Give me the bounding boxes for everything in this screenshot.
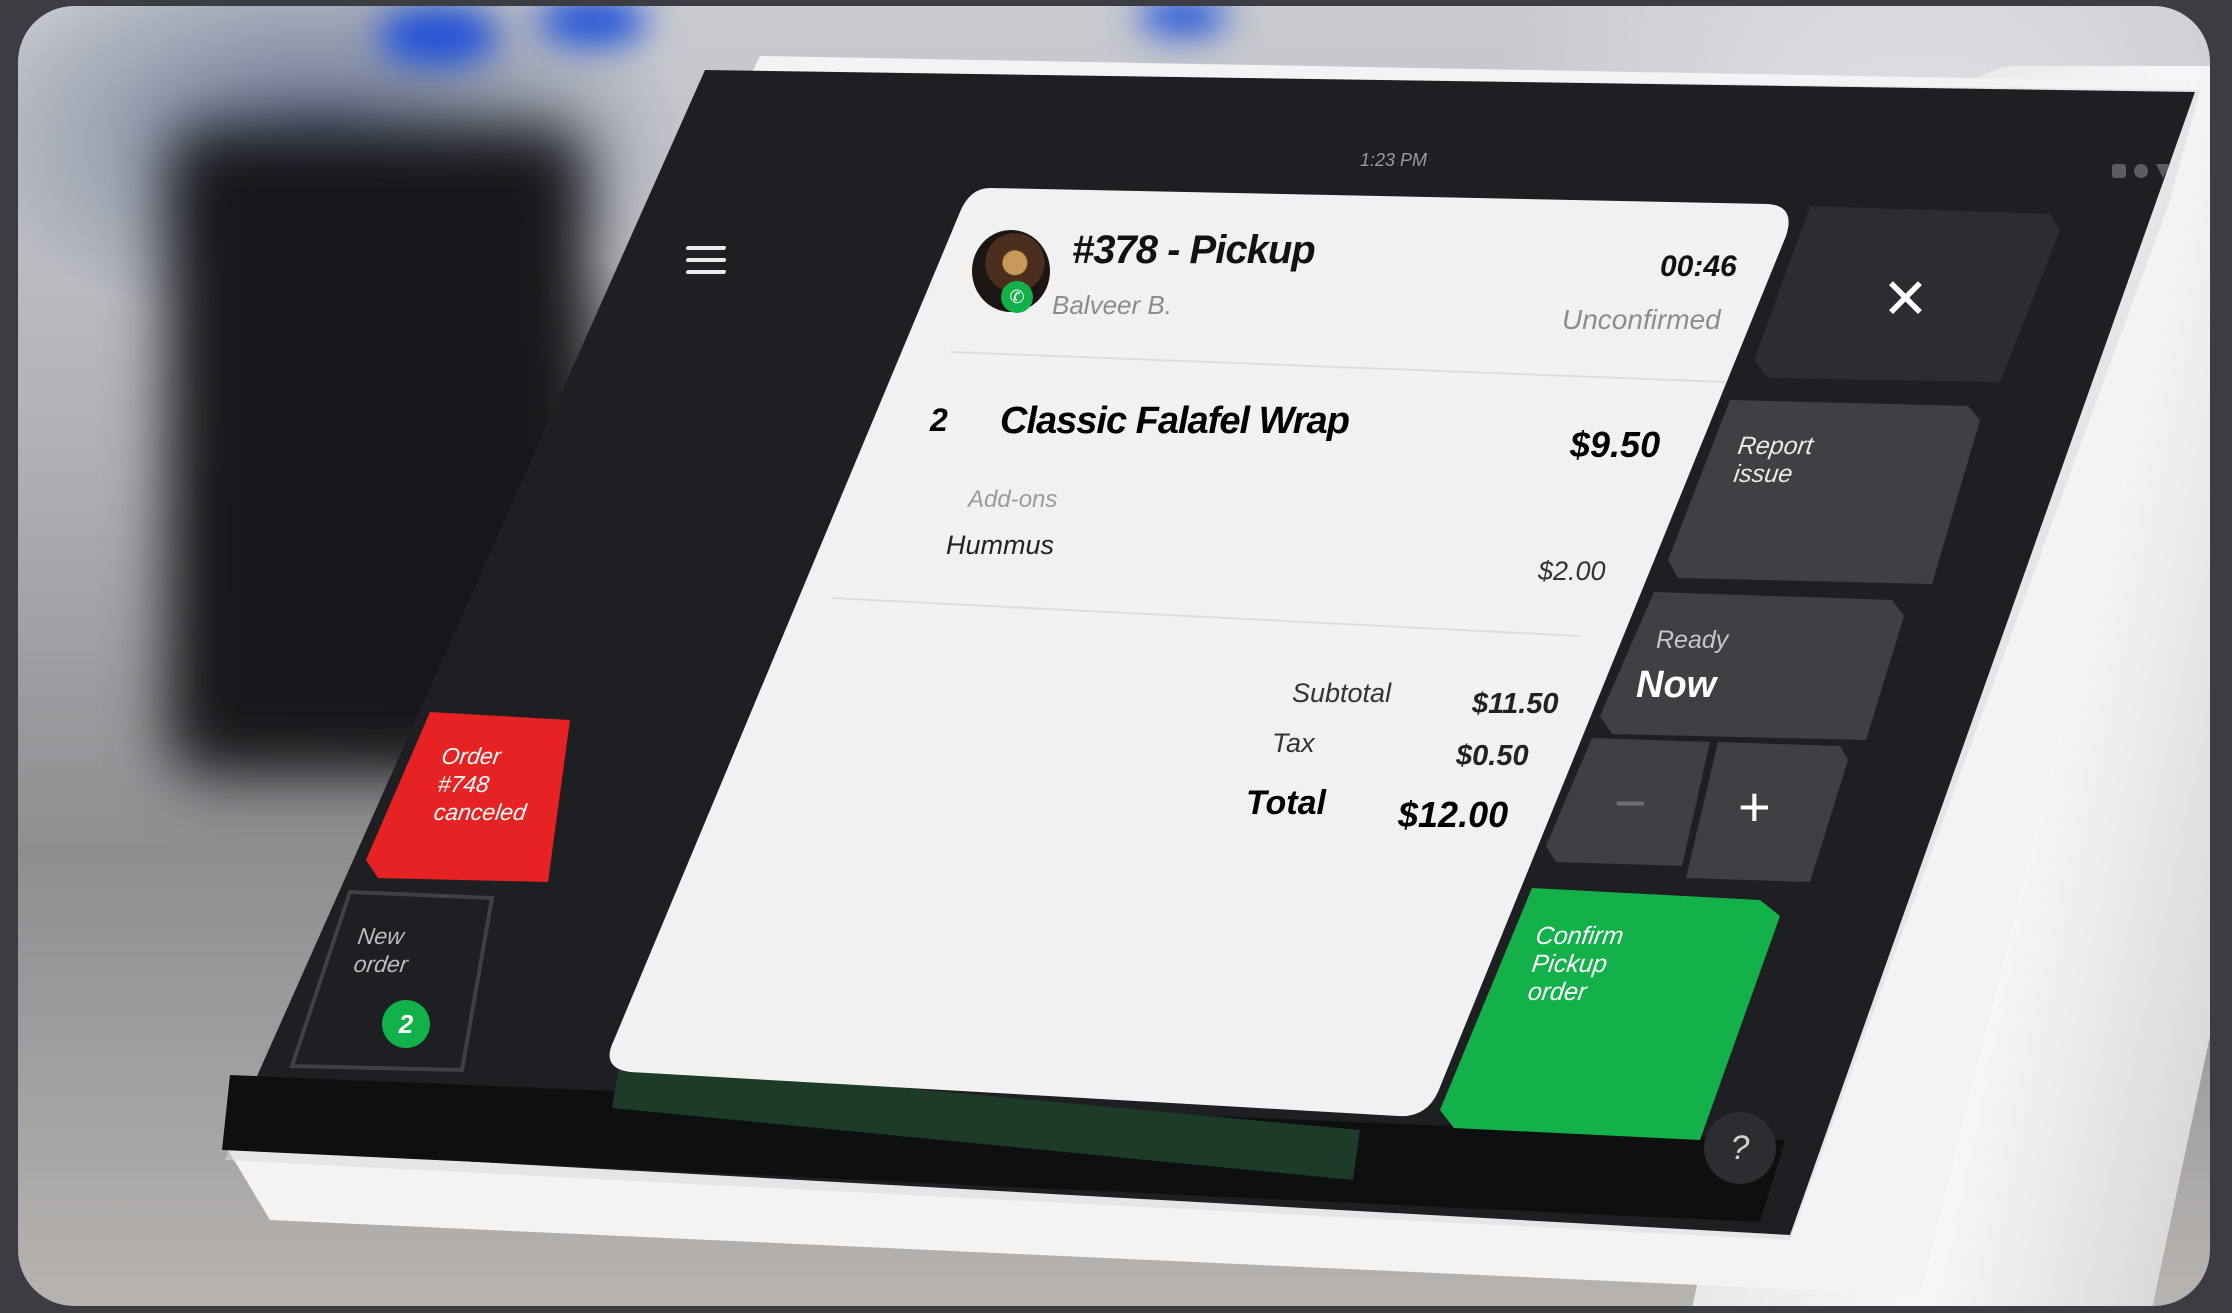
help-button[interactable]: ? — [1704, 1112, 1776, 1184]
report-issue-tile — [1668, 400, 1980, 584]
confirm-pickup-button[interactable]: Confirm Pickup order — [1526, 922, 1625, 1006]
action-tiles — [1440, 206, 2060, 1140]
increase-time-button[interactable]: + — [1738, 774, 1771, 839]
report-issue-button[interactable]: Report issue — [1732, 432, 1815, 488]
ready-value: Now — [1636, 664, 1717, 706]
pos-screen: 1:23 PM Order #748 canceled New order 2 … — [0, 0, 2232, 1313]
close-icon[interactable]: ✕ — [1882, 266, 1929, 332]
decrease-time-button[interactable]: − — [1614, 770, 1647, 835]
ready-label: Ready — [1656, 626, 1729, 654]
